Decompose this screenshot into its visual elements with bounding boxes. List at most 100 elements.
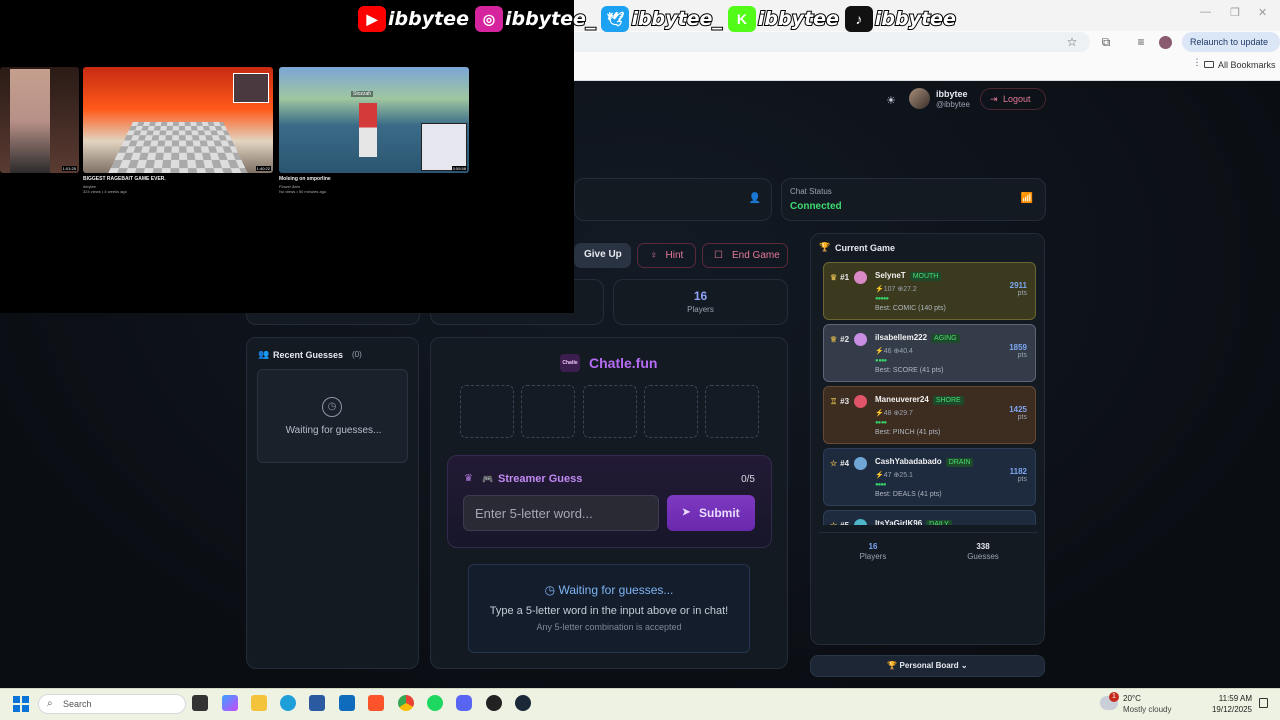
points-value: 1859: [1009, 343, 1027, 352]
points-value: 1425: [1009, 405, 1027, 414]
notification-icon[interactable]: [1259, 698, 1268, 708]
give-up-button[interactable]: Give Up: [574, 243, 631, 268]
relaunch-button[interactable]: Relaunch to update ⋮: [1182, 32, 1280, 67]
rank-badge: ☆ #4: [830, 459, 849, 468]
spotify-icon[interactable]: [427, 695, 443, 711]
waiting-line2: Any 5-letter combination is accepted: [536, 622, 682, 632]
leaderboard-row[interactable]: ♖ #3 Maneuverer24 SHORE ⚡48 ⊕29.7 ●● ●● Best: …: [823, 386, 1036, 444]
theme-toggle-icon[interactable]: ☀: [886, 94, 896, 107]
gamepad-icon: 🎮: [482, 474, 494, 484]
stop-icon: ☐: [714, 250, 723, 261]
social-handle: ibbytee: [874, 7, 957, 31]
letter-tile: [460, 385, 514, 438]
points-label: pts: [1017, 476, 1027, 483]
player-name-line: Maneuverer24 SHORE: [875, 395, 964, 405]
trophy-icon: 🏆: [819, 242, 831, 252]
divider: [819, 532, 1038, 533]
hint-label: Hint: [665, 250, 684, 261]
all-bookmarks[interactable]: All Bookmarks: [1204, 60, 1276, 70]
minimize-icon[interactable]: —: [1200, 6, 1211, 18]
vtuber-overlay: [421, 123, 467, 171]
guess-count: 0/5: [741, 474, 755, 485]
outlook-icon[interactable]: [339, 695, 355, 711]
rank-badge: ♕ #2: [830, 335, 849, 344]
avatar: [854, 271, 867, 284]
steam-icon[interactable]: [515, 695, 531, 711]
file-explorer-icon[interactable]: [251, 695, 267, 711]
rank-badge: ♛ #1: [830, 273, 849, 282]
obs-icon[interactable]: [486, 695, 502, 711]
profile-avatar[interactable]: [1159, 36, 1172, 49]
thumbnail-figure: [10, 69, 50, 173]
leaderboard-row[interactable]: ☆ #4 CashYabadabado DRAIN ⚡47 ⊕25.1 ●●●● Best:…: [823, 448, 1036, 506]
chrome-icon[interactable]: [398, 695, 414, 711]
personal-board-button[interactable]: 🏆 Personal Board ⌄: [810, 655, 1045, 677]
weather-desc[interactable]: Mostly cloudy: [1123, 705, 1171, 714]
extensions-icon[interactable]: ⧉: [1099, 35, 1113, 49]
tiktok-icon: ♪: [844, 6, 873, 32]
current-word-badge: DRAIN: [945, 458, 974, 467]
connection-card: 👤: [574, 178, 772, 221]
avatar: [854, 457, 867, 470]
avatar: [854, 333, 867, 346]
taskbar-search-label: Search: [63, 699, 92, 709]
word-input[interactable]: [463, 495, 659, 531]
video-thumbnail[interactable]: Stozzah 5:55:58: [279, 67, 469, 173]
edge-icon[interactable]: [280, 695, 296, 711]
instagram-icon: ◎: [474, 6, 503, 32]
leaderboard-row[interactable]: ☆#5 ItsYaGirlK96DAILY: [823, 510, 1036, 525]
chat-status-value: Connected: [790, 201, 842, 212]
letter-tile: [583, 385, 637, 438]
discord-icon[interactable]: [456, 695, 472, 711]
media-control-icon[interactable]: ≡: [1134, 35, 1148, 49]
submit-label: Submit: [699, 506, 740, 520]
end-game-button[interactable]: ☐ End Game: [702, 243, 788, 268]
clock-time[interactable]: 11:59 AM: [1206, 694, 1252, 703]
task-view-icon[interactable]: [192, 695, 208, 711]
personal-board-label: Personal Board: [899, 661, 959, 670]
taskbar-search[interactable]: ⌕ Search: [38, 694, 186, 714]
youtube-icon: ▶: [358, 6, 386, 32]
video-thumbnail[interactable]: 1:01:25: [0, 67, 79, 173]
brave-icon[interactable]: [368, 695, 384, 711]
bookmark-star-icon[interactable]: ☆: [1065, 35, 1079, 49]
copilot-icon[interactable]: [222, 695, 238, 711]
points-value: 1182: [1009, 467, 1027, 476]
avatar: [854, 395, 867, 408]
logout-button[interactable]: ⇥ Logout: [980, 88, 1046, 110]
start-icon[interactable]: [13, 696, 29, 712]
submit-button[interactable]: ➤ Submit: [667, 495, 755, 531]
social-handle: ibbytee_: [630, 7, 722, 31]
video-thumbnail[interactable]: 1:40:22: [83, 67, 273, 173]
address-bar[interactable]: [560, 32, 1090, 52]
maximize-icon[interactable]: ❐: [1230, 6, 1240, 19]
player-name-line: ItsYaGirlK96 DAILY: [875, 519, 952, 525]
hint-button[interactable]: ♀ Hint: [637, 243, 696, 268]
video-duration: 5:55:58: [451, 166, 467, 171]
waiting-panel: ◷ Waiting for guesses... Type a 5-letter…: [468, 564, 750, 653]
wifi-icon: 📶: [1020, 193, 1033, 204]
leaderboard-list[interactable]: ♛ #1 SelyneT MOUTH ⚡107 ⊕27.2 ●●●●● Best: COMI…: [823, 262, 1036, 525]
player-name-line: ilsabellem222 AGING: [875, 333, 960, 343]
clock-date[interactable]: 19/12/2025: [1206, 705, 1252, 714]
player-tag: Stozzah: [351, 91, 374, 97]
store-icon[interactable]: [309, 695, 325, 711]
player-stats: ⚡107 ⊕27.2: [875, 286, 917, 293]
rank-badge: ☆#5: [830, 521, 849, 525]
end-game-label: End Game: [731, 250, 780, 261]
leaderboard-row[interactable]: ♛ #1 SelyneT MOUTH ⚡107 ⊕27.2 ●●●●● Best: COMI…: [823, 262, 1036, 320]
current-word-badge: MOUTH: [909, 272, 942, 281]
video-meta: 324 views • 4 weeks ago: [83, 189, 127, 194]
video-title[interactable]: Moleing on smporline: [279, 176, 331, 182]
trophy-icon: 🏆: [887, 661, 900, 670]
letter-tile: [644, 385, 698, 438]
player-stats: ⚡47 ⊕25.1: [875, 472, 913, 479]
close-icon[interactable]: ✕: [1258, 6, 1267, 19]
progress-dots: ● ●●●: [875, 358, 887, 364]
recent-guesses-count: (0): [352, 350, 362, 359]
video-title[interactable]: BIGGEST RAGEBAIT GAME EVER.: [83, 176, 166, 182]
weather-temp[interactable]: 20°C: [1123, 694, 1141, 703]
leaderboard-row[interactable]: ♕ #2 ilsabellem222 AGING ⚡46 ⊕40.4 ● ●●● Best:…: [823, 324, 1036, 382]
board-players-value: 16: [868, 542, 878, 551]
rank-icon: ♛: [830, 273, 838, 282]
